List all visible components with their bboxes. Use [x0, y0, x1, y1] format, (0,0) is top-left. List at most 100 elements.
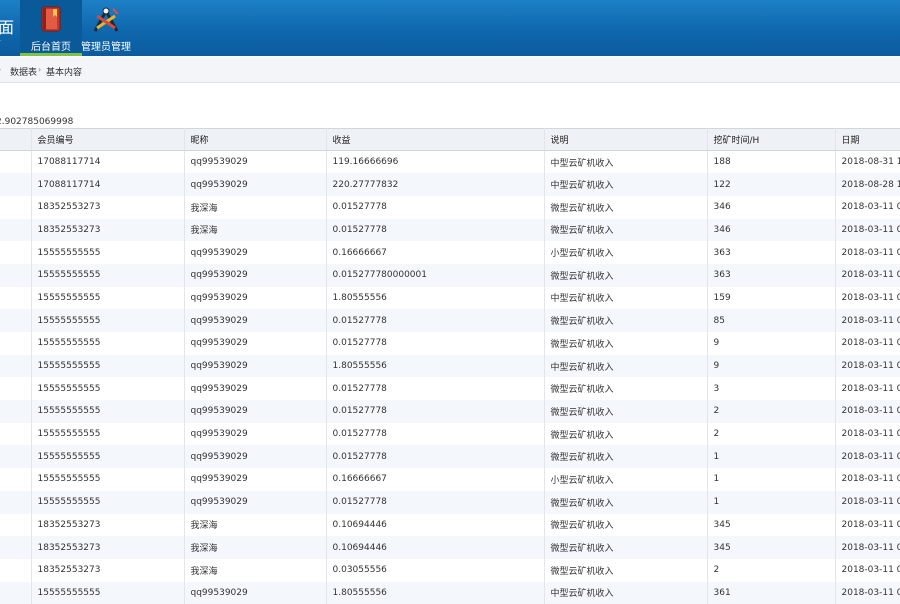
cell-row-gutter	[0, 491, 31, 514]
cell-row-gutter	[0, 309, 31, 332]
breadcrumb-item-basic[interactable]: 基本内容	[46, 65, 82, 78]
breadcrumb-separator-icon: ›	[38, 65, 41, 74]
cell-date: 2018-03-11 02:	[835, 445, 900, 468]
table-row[interactable]: 15555555555qq995390291.80555556中型云矿机收入15…	[0, 287, 900, 310]
table-row[interactable]: 15555555555qq995390290.015277780000001微型…	[0, 264, 900, 287]
cell-row-gutter	[0, 423, 31, 446]
cell-mining-hours: 159	[707, 287, 835, 310]
cell-mining-hours: 9	[707, 332, 835, 355]
cell-member-id: 17088117714	[31, 151, 184, 174]
cell-mining-hours: 1	[707, 445, 835, 468]
cell-mining-hours: 85	[707, 309, 835, 332]
brand-title: 面	[0, 14, 14, 38]
cell-nickname: qq99539029	[184, 332, 326, 355]
cell-date: 2018-03-11 02:	[835, 287, 900, 310]
cell-date: 2018-03-11 02:	[835, 219, 900, 242]
cell-mining-hours: 3	[707, 377, 835, 400]
cell-date: 2018-03-11 02:	[835, 468, 900, 491]
table-row[interactable]: 15555555555qq995390290.01527778微型云矿机收入32…	[0, 377, 900, 400]
cell-nickname: qq99539029	[184, 241, 326, 264]
cell-description: 中型云矿机收入	[544, 151, 707, 174]
cell-row-gutter	[0, 377, 31, 400]
table-row[interactable]: 18352553273我深海0.01527778微型云矿机收入3462018-0…	[0, 196, 900, 219]
table-row[interactable]: 18352553273我深海0.10694446微型云矿机收入3452018-0…	[0, 514, 900, 537]
cell-date: 2018-08-31 14:	[835, 151, 900, 174]
cell-nickname: qq99539029	[184, 173, 326, 196]
cell-description: 中型云矿机收入	[544, 287, 707, 310]
nav-item-admin[interactable]: 管理员管理	[74, 0, 138, 56]
table-row[interactable]: 15555555555qq995390290.01527778微型云矿机收入22…	[0, 423, 900, 446]
cell-income: 0.01527778	[326, 196, 544, 219]
cell-row-gutter	[0, 241, 31, 264]
cell-date: 2018-03-11 02:	[835, 423, 900, 446]
cell-description: 微型云矿机收入	[544, 196, 707, 219]
cell-description: 微型云矿机收入	[544, 332, 707, 355]
table-row[interactable]: 15555555555qq995390290.16666667小型云矿机收入12…	[0, 468, 900, 491]
cell-member-id: 15555555555	[31, 377, 184, 400]
cell-income: 0.01527778	[326, 332, 544, 355]
income-total: 2.902785069998	[0, 117, 73, 127]
table-row[interactable]: 15555555555qq995390290.01527778微型云矿机收入85…	[0, 309, 900, 332]
cell-income: 0.01527778	[326, 423, 544, 446]
cell-mining-hours: 361	[707, 582, 835, 604]
table-row[interactable]: 15555555555qq995390290.01527778微型云矿机收入22…	[0, 400, 900, 423]
cell-mining-hours: 363	[707, 241, 835, 264]
table-row[interactable]: 15555555555qq995390290.16666667小型云矿机收入36…	[0, 241, 900, 264]
column-header-description: 说明	[544, 129, 707, 151]
cell-mining-hours: 188	[707, 151, 835, 174]
column-header-select	[0, 129, 31, 151]
cell-date: 2018-03-11 02:	[835, 400, 900, 423]
cell-nickname: 我深海	[184, 559, 326, 582]
table-row[interactable]: 18352553273我深海0.01527778微型云矿机收入3462018-0…	[0, 219, 900, 242]
column-header-nickname: 昵称	[184, 129, 326, 151]
cell-nickname: qq99539029	[184, 309, 326, 332]
table-row[interactable]: 18352553273我深海0.10694446微型云矿机收入3452018-0…	[0, 536, 900, 559]
table-row[interactable]: 15555555555qq995390290.01527778微型云矿机收入92…	[0, 332, 900, 355]
cell-member-id: 17088117714	[31, 173, 184, 196]
table-row[interactable]: 17088117714qq99539029220.27777832中型云矿机收入…	[0, 173, 900, 196]
cell-mining-hours: 2	[707, 423, 835, 446]
cell-member-id: 18352553273	[31, 219, 184, 242]
cell-row-gutter	[0, 355, 31, 378]
cell-description: 微型云矿机收入	[544, 219, 707, 242]
cell-description: 中型云矿机收入	[544, 582, 707, 604]
table-row[interactable]: 17088117714qq99539029119.16666696中型云矿机收入…	[0, 151, 900, 174]
cell-income: 0.10694446	[326, 514, 544, 537]
cell-date: 2018-03-11 01:	[835, 582, 900, 604]
table-row[interactable]: 15555555555qq995390291.80555556中型云矿机收入36…	[0, 582, 900, 604]
cell-row-gutter	[0, 196, 31, 219]
cell-income: 0.01527778	[326, 377, 544, 400]
cell-description: 微型云矿机收入	[544, 536, 707, 559]
table-row[interactable]: 18352553273我深海0.03055556微型云矿机收入22018-03-…	[0, 559, 900, 582]
nav-label-home: 后台首页	[20, 38, 82, 53]
cell-row-gutter	[0, 536, 31, 559]
cell-income: 0.015277780000001	[326, 264, 544, 287]
cell-mining-hours: 1	[707, 491, 835, 514]
table-row[interactable]: 15555555555qq995390290.01527778微型云矿机收入12…	[0, 445, 900, 468]
cell-mining-hours: 345	[707, 514, 835, 537]
cell-row-gutter	[0, 264, 31, 287]
cell-income: 1.80555556	[326, 582, 544, 604]
cell-description: 微型云矿机收入	[544, 514, 707, 537]
breadcrumb-item-datatable[interactable]: 数据表	[10, 65, 37, 78]
cell-date: 2018-03-11 01:	[835, 559, 900, 582]
cell-date: 2018-03-11 02:	[835, 491, 900, 514]
cell-row-gutter	[0, 151, 31, 174]
cell-row-gutter	[0, 514, 31, 537]
tools-icon	[91, 6, 121, 34]
cell-date: 2018-03-11 02:	[835, 332, 900, 355]
cell-description: 微型云矿机收入	[544, 423, 707, 446]
cell-date: 2018-03-11 01:	[835, 514, 900, 537]
cell-row-gutter	[0, 332, 31, 355]
cell-date: 2018-03-11 02:	[835, 309, 900, 332]
cell-description: 中型云矿机收入	[544, 355, 707, 378]
cell-description: 微型云矿机收入	[544, 400, 707, 423]
cell-member-id: 15555555555	[31, 241, 184, 264]
cell-income: 0.01527778	[326, 491, 544, 514]
cell-nickname: qq99539029	[184, 264, 326, 287]
table-row[interactable]: 15555555555qq995390291.80555556中型云矿机收入92…	[0, 355, 900, 378]
cell-date: 2018-03-11 02:	[835, 196, 900, 219]
table-row[interactable]: 15555555555qq995390290.01527778微型云矿机收入12…	[0, 491, 900, 514]
nav-item-home[interactable]: 后台首页	[20, 0, 82, 56]
cell-income: 220.27777832	[326, 173, 544, 196]
